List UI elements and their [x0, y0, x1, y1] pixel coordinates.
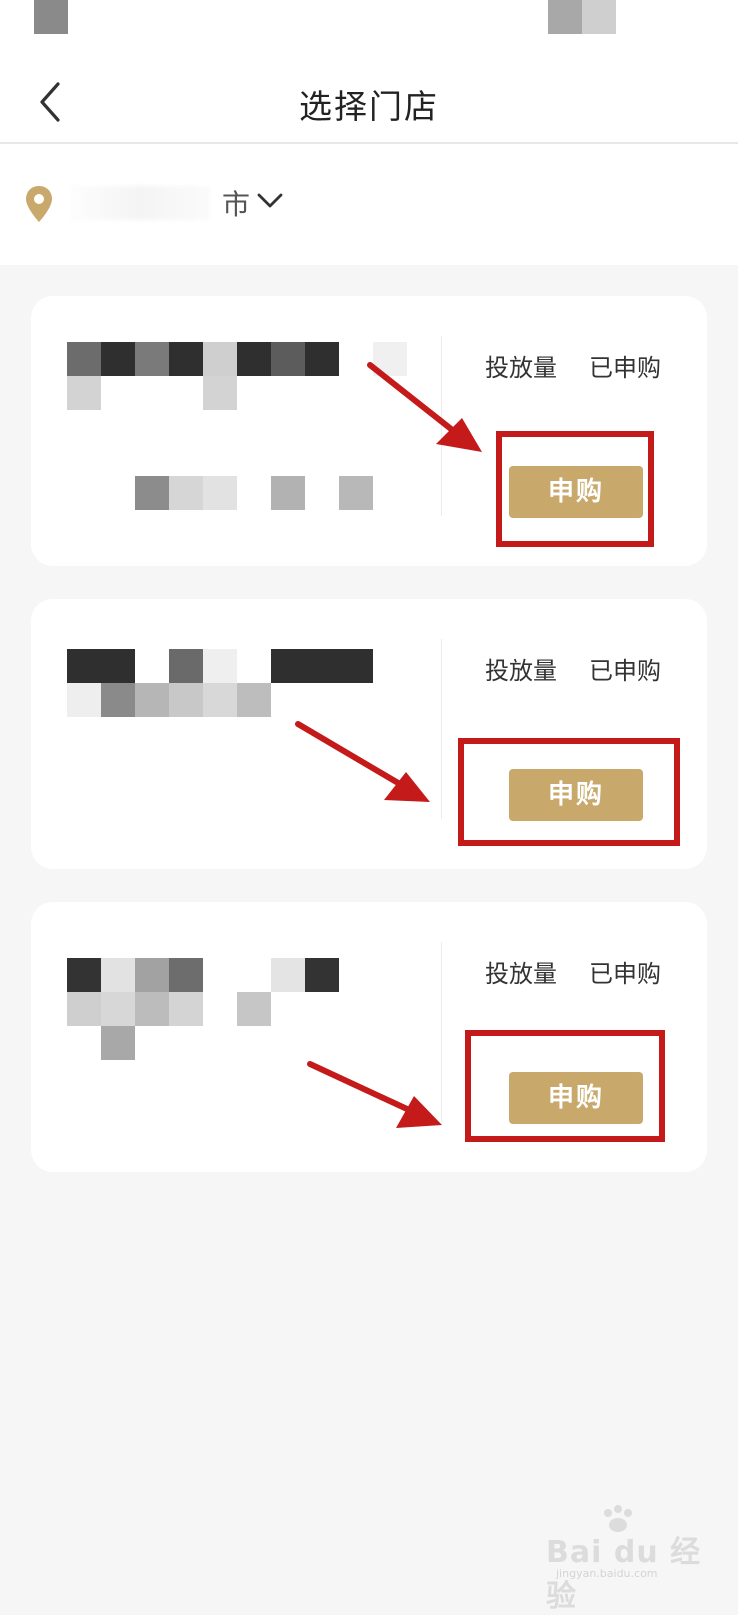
release-quantity-label: 投放量 — [485, 354, 557, 382]
blur-block — [203, 683, 237, 717]
blur-block — [135, 992, 169, 1026]
status-left-blur — [34, 0, 68, 34]
store-name-blurred — [67, 649, 101, 683]
blur-block — [271, 649, 373, 683]
blur-block — [339, 476, 373, 510]
location-bar: 市 — [0, 170, 738, 240]
city-name-blurred — [70, 186, 210, 220]
blur-block — [373, 342, 407, 376]
subscribed-label: 已申购 — [589, 657, 661, 685]
blur-block — [135, 958, 169, 992]
highlight-box — [465, 1030, 665, 1142]
blur-block — [67, 992, 101, 1026]
blur-block — [135, 342, 169, 376]
city-suffix: 市 — [222, 188, 251, 221]
city-selector[interactable]: 市 — [70, 180, 300, 226]
blur-block — [101, 1026, 135, 1060]
blur-block — [101, 992, 135, 1026]
blur-block — [237, 992, 271, 1026]
blur-block — [305, 958, 339, 992]
blur-block — [203, 376, 237, 410]
card-divider — [441, 336, 442, 516]
highlight-box — [496, 431, 654, 547]
blur-block — [67, 376, 101, 410]
highlight-box — [458, 738, 680, 846]
blur-block — [203, 342, 237, 376]
header-area: 选择门店 市 — [0, 0, 738, 265]
release-quantity-label: 投放量 — [485, 657, 557, 685]
blur-block — [67, 683, 101, 717]
blur-block — [169, 992, 203, 1026]
blur-block — [135, 683, 169, 717]
location-pin-icon — [26, 186, 52, 222]
store-name-blurred — [67, 342, 101, 376]
card-divider — [441, 639, 442, 819]
baidu-jingyan-watermark: Bai du 经验 jingyan.baidu.com — [546, 1505, 706, 1614]
page-title: 选择门店 — [299, 87, 439, 126]
blur-block — [237, 683, 271, 717]
nav-bar: 选择门店 — [0, 58, 738, 144]
blur-block — [271, 342, 305, 376]
card-divider — [441, 942, 442, 1122]
blur-block — [203, 649, 237, 683]
blur-block — [203, 476, 237, 510]
chevron-down-icon — [257, 193, 283, 208]
blur-block — [101, 683, 135, 717]
subscribed-label: 已申购 — [589, 354, 661, 382]
watermark-url: jingyan.baidu.com — [556, 1567, 658, 1580]
blur-block — [101, 958, 135, 992]
blur-block — [169, 649, 203, 683]
blur-block — [169, 342, 203, 376]
blur-block — [237, 342, 271, 376]
blur-block — [169, 958, 203, 992]
status-right-blur — [548, 0, 582, 34]
blur-block — [169, 683, 203, 717]
status-right-blur-2 — [582, 0, 616, 34]
address-blurred — [135, 476, 169, 510]
blur-block — [305, 342, 339, 376]
blur-block — [271, 958, 305, 992]
release-quantity-label: 投放量 — [485, 960, 557, 988]
subscribed-label: 已申购 — [589, 960, 661, 988]
blur-block — [101, 342, 135, 376]
blur-block — [101, 649, 135, 683]
status-bar — [0, 0, 738, 40]
blur-block — [169, 476, 203, 510]
store-name-blurred — [67, 958, 101, 992]
blur-block — [271, 476, 305, 510]
header-divider — [0, 142, 738, 144]
